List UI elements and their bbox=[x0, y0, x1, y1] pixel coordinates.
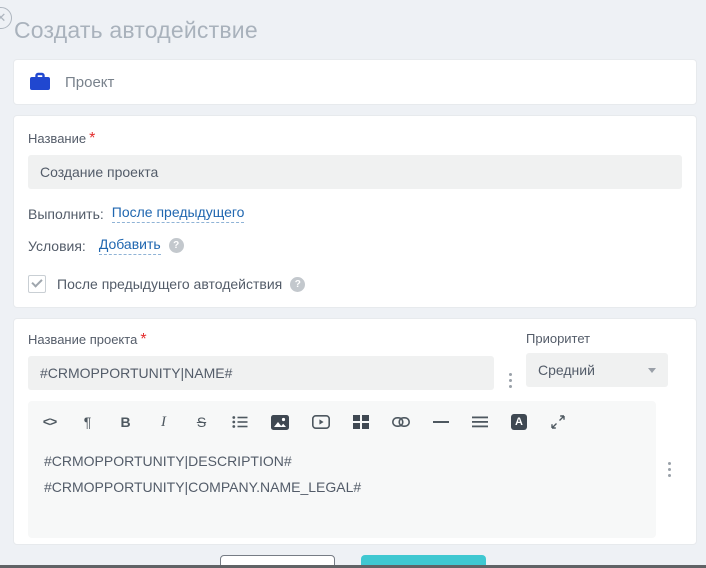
link-icon[interactable] bbox=[392, 413, 410, 431]
priority-label: Приоритет bbox=[526, 331, 591, 346]
entity-type-label: Проект bbox=[65, 73, 115, 91]
required-mark: * bbox=[89, 130, 96, 147]
font-color-icon[interactable]: A bbox=[511, 413, 527, 431]
autoaction-name-input[interactable] bbox=[28, 155, 682, 189]
chevron-down-icon bbox=[648, 367, 656, 373]
entity-type-card: Проект bbox=[13, 59, 697, 105]
bold-icon[interactable]: B bbox=[118, 413, 133, 431]
conditions-add-link[interactable]: Добавить bbox=[98, 236, 161, 255]
autoaction-settings-card: Название* Выполнить: После предыдущего У… bbox=[13, 115, 697, 308]
page-title: Создать автодействие bbox=[14, 17, 258, 43]
after-previous-checkbox-label: После предыдущего автодействия bbox=[57, 276, 283, 292]
checkmark-icon bbox=[31, 276, 43, 288]
after-previous-checkbox[interactable] bbox=[28, 275, 46, 293]
project-name-menu-icon[interactable] bbox=[505, 369, 516, 392]
required-mark: * bbox=[140, 331, 147, 348]
description-editor[interactable]: <> ¶ B I S A #CRMOPPORTUNITY|DESCRIPTION… bbox=[28, 401, 656, 538]
project-name-input[interactable] bbox=[28, 356, 494, 390]
code-icon[interactable]: <> bbox=[42, 413, 58, 431]
execute-label: Выполнить: bbox=[28, 205, 104, 222]
horizontal-rule-icon[interactable] bbox=[433, 413, 449, 431]
create-autoaction-modal: ✕ Создать автодействие Проект Название * … bbox=[0, 0, 706, 568]
project-name-label: Название проекта bbox=[28, 332, 138, 347]
paragraph-icon[interactable]: ¶ bbox=[80, 413, 95, 431]
conditions-help-icon[interactable]: ? bbox=[168, 238, 184, 253]
video-icon[interactable] bbox=[312, 413, 330, 431]
execute-trigger-link[interactable]: После предыдущего bbox=[111, 204, 245, 223]
project-fields-card: Название проекта* Приоритет Средний <> ¶ bbox=[13, 318, 697, 545]
expand-icon[interactable] bbox=[550, 413, 565, 431]
close-icon[interactable]: ✕ bbox=[0, 7, 12, 29]
bullet-list-icon[interactable] bbox=[232, 413, 248, 431]
priority-selected-value: Средний bbox=[538, 362, 595, 378]
priority-select[interactable]: Средний bbox=[526, 353, 668, 387]
editor-menu-icon[interactable] bbox=[664, 458, 675, 481]
briefcase-icon bbox=[28, 71, 52, 93]
strikethrough-icon[interactable]: S bbox=[194, 413, 209, 431]
description-line: #CRMOPPORTUNITY|COMPANY.NAME_LEGAL# bbox=[44, 479, 362, 495]
align-icon[interactable] bbox=[472, 413, 488, 431]
after-previous-help-icon[interactable]: ? bbox=[290, 276, 306, 292]
editor-toolbar: <> ¶ B I S A bbox=[28, 401, 656, 438]
project-description-text[interactable]: #CRMOPPORTUNITY|DESCRIPTION# #CRMOPPORTU… bbox=[28, 438, 656, 510]
conditions-label: Условия: bbox=[28, 237, 86, 254]
description-line: #CRMOPPORTUNITY|DESCRIPTION# bbox=[44, 453, 292, 469]
italic-icon[interactable]: I bbox=[156, 413, 171, 431]
name-field-label: Название bbox=[28, 131, 87, 146]
image-icon[interactable] bbox=[271, 413, 289, 431]
table-icon[interactable] bbox=[353, 413, 369, 431]
